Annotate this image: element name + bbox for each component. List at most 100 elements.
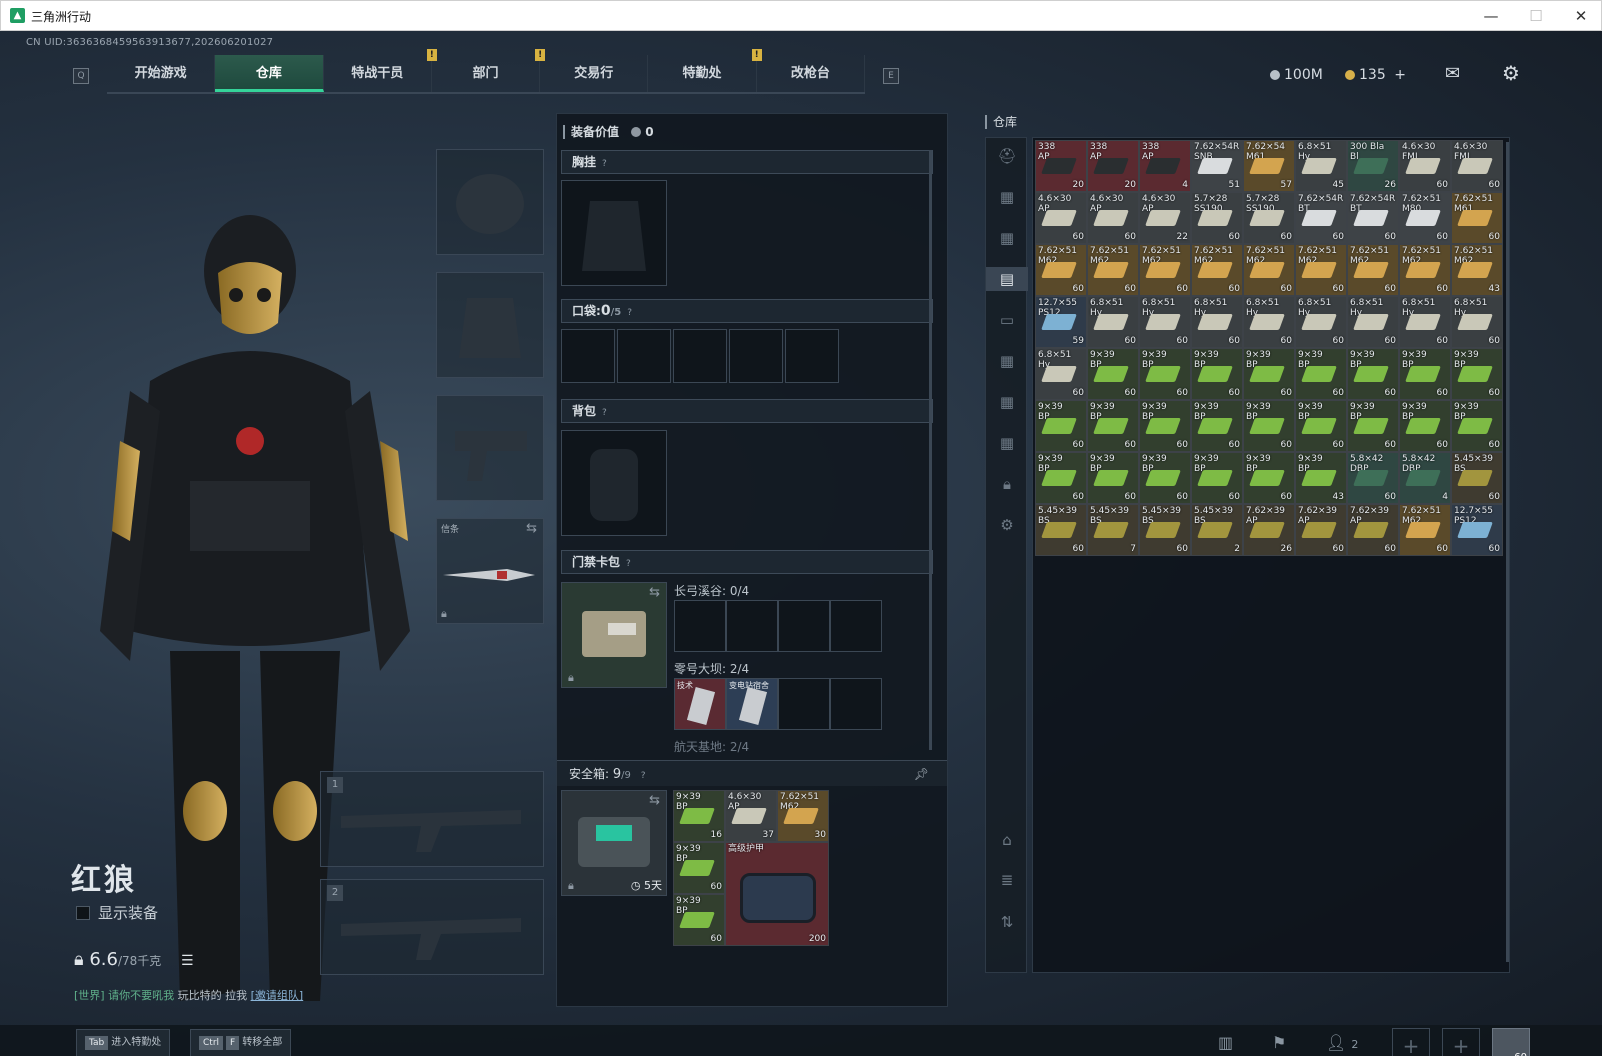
warehouse-item[interactable]: 9×39 BP 43	[1295, 452, 1347, 504]
scrollbar[interactable]	[929, 150, 932, 750]
warehouse-item[interactable]: 4.6×30 AP 60	[1035, 192, 1087, 244]
warehouse-item[interactable]: 6.8×51 Hy 60	[1243, 296, 1295, 348]
warehouse-item[interactable]: 9×39 BP 60	[1295, 348, 1347, 400]
warehouse-item[interactable]: 9×39 BP 60	[1191, 452, 1243, 504]
help-icon[interactable]: ?	[641, 771, 646, 781]
warehouse-item[interactable]: 5.7×28 SS190 60	[1191, 192, 1243, 244]
pocket-slot[interactable]	[729, 329, 783, 383]
safebox-item[interactable]: 4.6×30 AP 37	[725, 790, 777, 842]
armor-iv-category-icon[interactable]: ▦	[995, 226, 1019, 250]
warehouse-item[interactable]: 7.62×39 AP 60	[1295, 504, 1347, 556]
safebox-item[interactable]: 7.62×51 M62 30	[777, 790, 829, 842]
warehouse-item[interactable]: 7.62×51 M62 60	[1243, 244, 1295, 296]
key-slot[interactable]	[830, 678, 882, 730]
warehouse-item[interactable]: 9×39 BP 60	[1191, 400, 1243, 452]
helmet-category-icon[interactable]: ⛑	[995, 144, 1019, 168]
warehouse-item[interactable]: 7.62×51 M80 60	[1399, 192, 1451, 244]
key-slot[interactable]	[778, 600, 830, 652]
warehouse-item[interactable]: 7.62×51 M61 60	[1451, 192, 1503, 244]
warehouse-item[interactable]: 5.7×28 SS190 60	[1243, 192, 1295, 244]
stats-icon[interactable]: ▥	[1218, 1033, 1233, 1052]
pistol-slot[interactable]	[436, 395, 544, 501]
swap-icon[interactable]: ⇆	[526, 521, 537, 536]
warehouse-item[interactable]: 9×39 BP 60	[1191, 348, 1243, 400]
close-button[interactable]: ✕	[1561, 3, 1601, 29]
layers-icon[interactable]: ≣	[995, 868, 1019, 892]
warehouse-item[interactable]: 9×39 BP 60	[1243, 348, 1295, 400]
warehouse-item[interactable]: 5.45×39 BS 2	[1191, 504, 1243, 556]
warehouse-item[interactable]: 9×39 BP 60	[1243, 452, 1295, 504]
warehouse-item[interactable]: 12.7×55 PS12 59	[1035, 296, 1087, 348]
add-squad-slot-button[interactable]: +	[1442, 1028, 1480, 1056]
warehouse-item[interactable]: 9×39 BP 60	[1399, 348, 1451, 400]
warehouse-item[interactable]: 9×39 BP 60	[1399, 400, 1451, 452]
warehouse-item[interactable]: 7.62×51 M62 60	[1087, 244, 1139, 296]
enter-special-ops-button[interactable]: Tab 进入特勤处	[76, 1029, 171, 1056]
key-slot[interactable]	[830, 600, 882, 652]
flag-icon[interactable]: ⚑	[1272, 1033, 1286, 1052]
settings-category-icon[interactable]: ⚙	[995, 513, 1019, 537]
invite-link[interactable]: [邀请组队]	[251, 989, 304, 1002]
tab-5[interactable]: 特勤处!	[648, 49, 762, 92]
warehouse-item[interactable]: 4.6×30 FMJ 60	[1399, 140, 1451, 192]
warehouse-item[interactable]: 9×39 BP 60	[1087, 452, 1139, 504]
pocket-slot[interactable]	[561, 329, 615, 383]
warehouse-item[interactable]: 6.8×51 Hy 60	[1087, 296, 1139, 348]
help-icon[interactable]: ?	[627, 308, 632, 318]
weapon-category-icon[interactable]: ▭	[995, 308, 1019, 332]
warehouse-item[interactable]: 6.8×51 Hy 60	[1347, 296, 1399, 348]
warehouse-item[interactable]: 6.8×51 Hy 60	[1295, 296, 1347, 348]
grid-category-icon[interactable]: ▦	[995, 349, 1019, 373]
warehouse-item[interactable]: 9×39 BP 60	[1087, 400, 1139, 452]
armor-v-category-icon[interactable]: ▦	[995, 185, 1019, 209]
add-squad-slot-button[interactable]: +	[1392, 1028, 1430, 1056]
tab-4[interactable]: 交易行	[540, 55, 649, 92]
swap-icon[interactable]: ⇆	[649, 793, 660, 808]
list-icon[interactable]: ☰	[181, 953, 194, 969]
pocket-slot[interactable]	[617, 329, 671, 383]
checkbox[interactable]	[76, 906, 90, 920]
chest-rig-slot[interactable]	[561, 180, 667, 286]
transfer-all-button[interactable]: Ctrl F 转移全部	[190, 1029, 292, 1056]
nav-prev-key[interactable]: Q	[73, 68, 89, 84]
warehouse-item[interactable]: 9×39 BP 60	[1451, 400, 1503, 452]
gold-currency[interactable]: 135 +	[1345, 67, 1406, 83]
warehouse-item[interactable]: 7.62×54R BT 60	[1347, 192, 1399, 244]
melee-slot[interactable]: 信条 ⇆ 🔒︎	[436, 518, 544, 624]
warehouse-item[interactable]: 7.62×39 AP 60	[1347, 504, 1399, 556]
warehouse-item[interactable]: 4.6×30 FMJ 60	[1451, 140, 1503, 192]
warehouse-item[interactable]: 5.45×39 BS 7	[1087, 504, 1139, 556]
warehouse-item[interactable]: 7.62×51 M62 60	[1347, 244, 1399, 296]
warehouse-item[interactable]: 4.6×30 AP 22	[1139, 192, 1191, 244]
warehouse-item[interactable]: 6.8×51 Hy 60	[1035, 348, 1087, 400]
warehouse-item[interactable]: 9×39 BP 60	[1139, 348, 1191, 400]
key-slot[interactable]: 技术	[674, 678, 726, 730]
warehouse-item[interactable]: 12.7×55 PS12 60	[1451, 504, 1503, 556]
warehouse-item[interactable]: 300 Bla Bl 26	[1347, 140, 1399, 192]
warehouse-item[interactable]: 338 AP 20	[1087, 140, 1139, 192]
warehouse-item[interactable]: 7.62×51 M62 60	[1035, 244, 1087, 296]
tab-3[interactable]: 部门!	[432, 49, 546, 92]
settings-gear-icon[interactable]: ⚙	[1502, 61, 1520, 85]
tab-0[interactable]: 开始游戏	[107, 55, 216, 92]
key-slot[interactable]	[674, 600, 726, 652]
primary-weapon-slot[interactable]: 1	[320, 771, 544, 867]
warehouse-item[interactable]: 6.8×51 Hy 60	[1399, 296, 1451, 348]
safebox-item[interactable]: 高级护甲 200	[725, 842, 829, 946]
warehouse-item[interactable]: 9×39 BP 60	[1295, 400, 1347, 452]
warehouse-item[interactable]: 7.62×54 M61 57	[1243, 140, 1295, 192]
pocket-slot[interactable]	[673, 329, 727, 383]
player-avatar[interactable]: 60	[1492, 1028, 1530, 1056]
key-slot[interactable]	[778, 678, 830, 730]
warehouse-item[interactable]: 7.62×51 M62 43	[1451, 244, 1503, 296]
safebox-item[interactable]: 9×39 BP 16	[673, 790, 725, 842]
grid3-category-icon[interactable]: ▦	[995, 431, 1019, 455]
warehouse-item[interactable]: 338 AP 20	[1035, 140, 1087, 192]
safebox-item[interactable]: 9×39 BP 60	[673, 842, 725, 894]
warehouse-item[interactable]: 5.45×39 BS 60	[1035, 504, 1087, 556]
warehouse-item[interactable]: 6.8×51 Hy 45	[1295, 140, 1347, 192]
key-slot[interactable]: 变电站宿舍	[726, 678, 778, 730]
warehouse-item[interactable]: 7.62×39 AP 26	[1243, 504, 1295, 556]
warehouse-item[interactable]: 9×39 BP 60	[1347, 348, 1399, 400]
friends-icon[interactable]: 👤︎ 2	[1326, 1033, 1358, 1052]
